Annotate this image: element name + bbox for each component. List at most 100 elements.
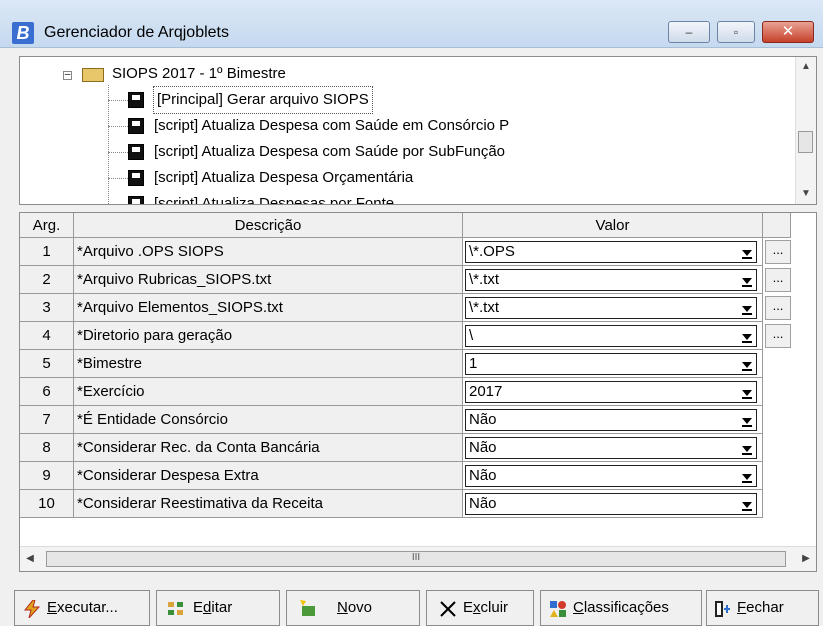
value-combobox[interactable]: 2017 bbox=[465, 381, 757, 403]
value-text: Não bbox=[469, 411, 497, 428]
novo-mnemonic: N bbox=[337, 599, 348, 616]
value-combobox[interactable]: \*.txt bbox=[465, 269, 757, 291]
save-disk-icon bbox=[128, 196, 144, 204]
tree-vertical-scrollbar[interactable]: ▲ ▼ bbox=[795, 57, 816, 204]
excluir-button[interactable]: Excluir bbox=[426, 590, 534, 626]
editar-label-prefix: E bbox=[193, 599, 204, 616]
browse-button[interactable]: ... bbox=[765, 324, 791, 348]
tree-item-label: [script] Atualiza Despesas por Fonte bbox=[154, 195, 395, 205]
arg-number: 9 bbox=[20, 462, 74, 490]
value-combobox[interactable]: Não bbox=[465, 465, 757, 487]
fechar-label: echar bbox=[746, 599, 784, 616]
tree-item[interactable]: [Principal] Gerar arquivo SIOPS bbox=[20, 86, 800, 114]
arg-description: *Considerar Despesa Extra bbox=[74, 462, 463, 490]
value-text: Não bbox=[469, 467, 497, 484]
dropdown-arrow-icon[interactable] bbox=[737, 326, 756, 346]
value-combobox[interactable]: 1 bbox=[465, 353, 757, 375]
executar-mnemonic: E bbox=[47, 599, 58, 616]
value-text: \ bbox=[469, 327, 474, 344]
browse-button[interactable]: ... bbox=[765, 268, 791, 292]
dropdown-arrow-icon[interactable] bbox=[737, 298, 756, 318]
editar-label: itar bbox=[211, 599, 233, 616]
maximize-button[interactable]: ▫ bbox=[717, 21, 755, 43]
arg-value-cell: Não bbox=[463, 406, 763, 434]
scroll-thumb[interactable] bbox=[798, 131, 813, 153]
scroll-thumb[interactable]: III bbox=[46, 551, 786, 567]
value-text: \*.txt bbox=[469, 271, 500, 288]
scroll-left-arrow-icon[interactable]: ◀ bbox=[20, 547, 40, 571]
editar-button[interactable]: Editar bbox=[156, 590, 280, 626]
minimize-button[interactable]: – bbox=[668, 21, 710, 43]
arg-number: 2 bbox=[20, 266, 74, 294]
grid-horizontal-scrollbar[interactable]: ◀ III ▶ bbox=[20, 546, 816, 571]
arg-value-cell: 2017 bbox=[463, 378, 763, 406]
delete-x-icon bbox=[440, 601, 456, 617]
novo-button[interactable]: Novo bbox=[286, 590, 420, 626]
arg-number: 5 bbox=[20, 350, 74, 378]
value-text: Não bbox=[469, 439, 497, 456]
arg-value-cell: Não bbox=[463, 434, 763, 462]
arg-description: *Arquivo .OPS SIOPS bbox=[74, 238, 463, 266]
novo-label: ovo bbox=[347, 599, 373, 616]
excluir-label: cluir bbox=[480, 599, 509, 616]
value-text: 2017 bbox=[469, 383, 503, 400]
tree-item[interactable]: [script] Atualiza Despesas por Fonte bbox=[20, 191, 800, 205]
close-button[interactable]: ✕ bbox=[762, 21, 814, 43]
value-combobox[interactable]: \*.txt bbox=[465, 297, 757, 319]
tree-item[interactable]: [script] Atualiza Despesa Orçamentária bbox=[20, 165, 800, 191]
column-header-descricao: Descrição bbox=[74, 213, 463, 238]
folder-icon bbox=[82, 68, 104, 82]
arg-value-cell: \ bbox=[463, 322, 763, 350]
dropdown-arrow-icon[interactable] bbox=[737, 410, 756, 430]
classification-icon bbox=[550, 601, 566, 617]
dropdown-arrow-icon[interactable] bbox=[737, 438, 756, 458]
arg-number: 4 bbox=[20, 322, 74, 350]
window-title: Gerenciador de Arqjoblets bbox=[44, 24, 229, 41]
arg-description: *Bimestre bbox=[74, 350, 463, 378]
arg-description: *Arquivo Elementos_SIOPS.txt bbox=[74, 294, 463, 322]
arg-number: 10 bbox=[20, 490, 74, 518]
arg-value-cell: \*.OPS bbox=[463, 238, 763, 266]
value-combobox[interactable]: \*.OPS bbox=[465, 241, 757, 263]
value-combobox[interactable]: Não bbox=[465, 437, 757, 459]
arg-value-cell: Não bbox=[463, 462, 763, 490]
value-combobox[interactable]: Não bbox=[465, 493, 757, 515]
browse-button[interactable]: ... bbox=[765, 296, 791, 320]
dropdown-arrow-icon[interactable] bbox=[737, 270, 756, 290]
executar-label: xecutar... bbox=[57, 599, 118, 616]
arg-number: 8 bbox=[20, 434, 74, 462]
executar-button[interactable]: Executar... bbox=[14, 590, 150, 626]
dropdown-arrow-icon[interactable] bbox=[737, 466, 756, 486]
arg-number: 3 bbox=[20, 294, 74, 322]
tree-item[interactable]: [script] Atualiza Despesa com Saúde em C… bbox=[20, 113, 800, 139]
value-text: \*.txt bbox=[469, 299, 500, 316]
value-text: 1 bbox=[469, 355, 478, 372]
save-disk-icon bbox=[128, 170, 144, 186]
dropdown-arrow-icon[interactable] bbox=[737, 242, 756, 262]
classificacoes-button[interactable]: Classificações bbox=[540, 590, 702, 626]
excluir-label-prefix: E bbox=[463, 599, 474, 616]
fechar-button[interactable]: Fechar bbox=[706, 590, 819, 626]
title-bar: B Gerenciador de Arqjoblets – ▫ ✕ bbox=[0, 0, 823, 48]
dropdown-arrow-icon[interactable] bbox=[737, 494, 756, 514]
tree-item-label: [Principal] Gerar arquivo SIOPS bbox=[153, 86, 373, 114]
arqjoblet-tree[interactable]: – SIOPS 2017 - 1º Bimestre [Principal] G… bbox=[19, 56, 817, 205]
tree-root-node[interactable]: – SIOPS 2017 - 1º Bimestre bbox=[20, 61, 800, 87]
app-icon: B bbox=[12, 22, 34, 44]
collapse-icon[interactable]: – bbox=[63, 70, 72, 80]
value-text: \*.OPS bbox=[469, 243, 515, 260]
tree-item[interactable]: [script] Atualiza Despesa com Saúde por … bbox=[20, 139, 800, 165]
column-header-valor: Valor bbox=[463, 213, 763, 238]
scroll-up-arrow-icon[interactable]: ▲ bbox=[796, 57, 816, 77]
dropdown-arrow-icon[interactable] bbox=[737, 382, 756, 402]
dropdown-arrow-icon[interactable] bbox=[737, 354, 756, 374]
browse-button[interactable]: ... bbox=[765, 240, 791, 264]
value-text: Não bbox=[469, 495, 497, 512]
value-combobox[interactable]: \ bbox=[465, 325, 757, 347]
arg-description: *Arquivo Rubricas_SIOPS.txt bbox=[74, 266, 463, 294]
column-header-arg: Arg. bbox=[20, 213, 74, 238]
scroll-right-arrow-icon[interactable]: ▶ bbox=[796, 547, 816, 571]
scroll-down-arrow-icon[interactable]: ▼ bbox=[796, 184, 816, 204]
arg-description: *Considerar Rec. da Conta Bancária bbox=[74, 434, 463, 462]
value-combobox[interactable]: Não bbox=[465, 409, 757, 431]
